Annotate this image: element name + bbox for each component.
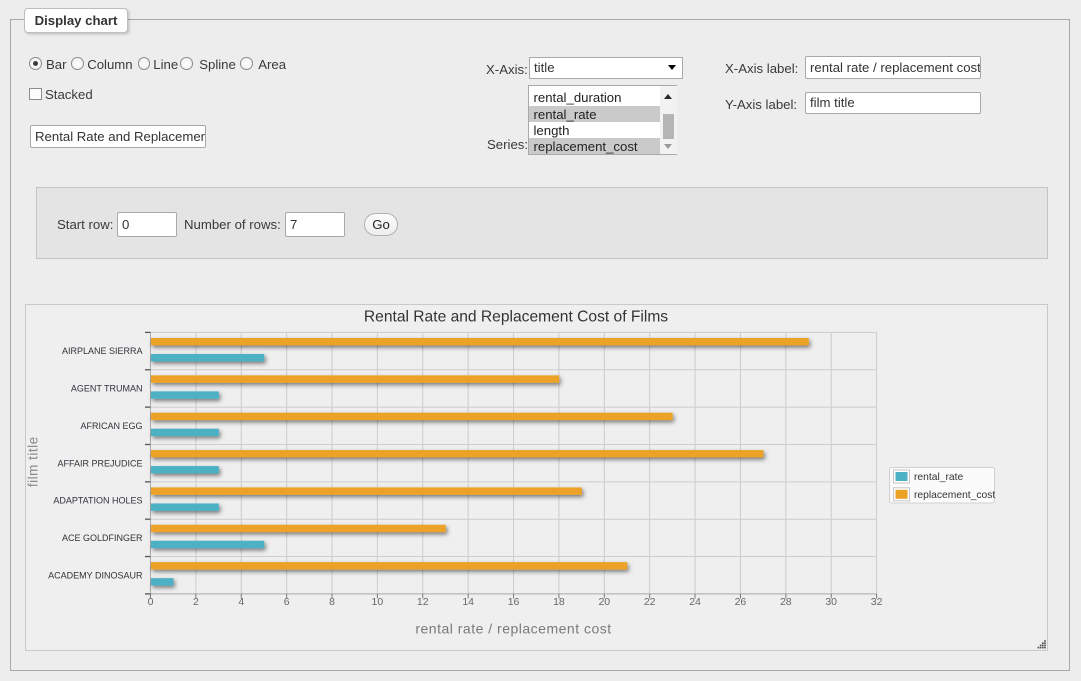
svg-text:30: 30 [825,596,837,608]
svg-text:32: 32 [871,596,883,608]
svg-text:22: 22 [644,596,656,608]
svg-text:14: 14 [462,596,474,608]
svg-text:ACE GOLDFINGER: ACE GOLDFINGER [62,533,143,543]
svg-text:rental rate / replacement cost: rental rate / replacement cost [415,621,611,637]
svg-text:20: 20 [598,596,610,608]
svg-text:film title: film title [26,436,41,487]
svg-text:16: 16 [508,596,520,608]
svg-text:8: 8 [329,596,335,608]
svg-text:24: 24 [689,596,701,608]
svg-text:12: 12 [417,596,429,608]
svg-text:Rental Rate and Replacement Co: Rental Rate and Replacement Cost of Film… [364,309,668,326]
svg-text:AFFAIR PREJUDICE: AFFAIR PREJUDICE [57,458,142,468]
svg-text:AGENT TRUMAN: AGENT TRUMAN [71,384,143,394]
svg-text:6: 6 [284,596,290,608]
svg-text:ADAPTATION HOLES: ADAPTATION HOLES [53,496,142,506]
svg-text:26: 26 [735,596,747,608]
svg-text:10: 10 [372,596,384,608]
svg-text:0: 0 [148,596,154,608]
svg-text:28: 28 [780,596,792,608]
svg-text:AFRICAN EGG: AFRICAN EGG [80,421,142,431]
svg-text:replacement_cost: replacement_cost [914,490,995,501]
svg-text:18: 18 [553,596,565,608]
svg-text:2: 2 [193,596,199,608]
svg-text:ACADEMY DINOSAUR: ACADEMY DINOSAUR [48,570,143,580]
svg-text:4: 4 [238,596,244,608]
svg-text:rental_rate: rental_rate [914,472,964,483]
svg-text:AIRPLANE SIERRA: AIRPLANE SIERRA [62,346,143,356]
